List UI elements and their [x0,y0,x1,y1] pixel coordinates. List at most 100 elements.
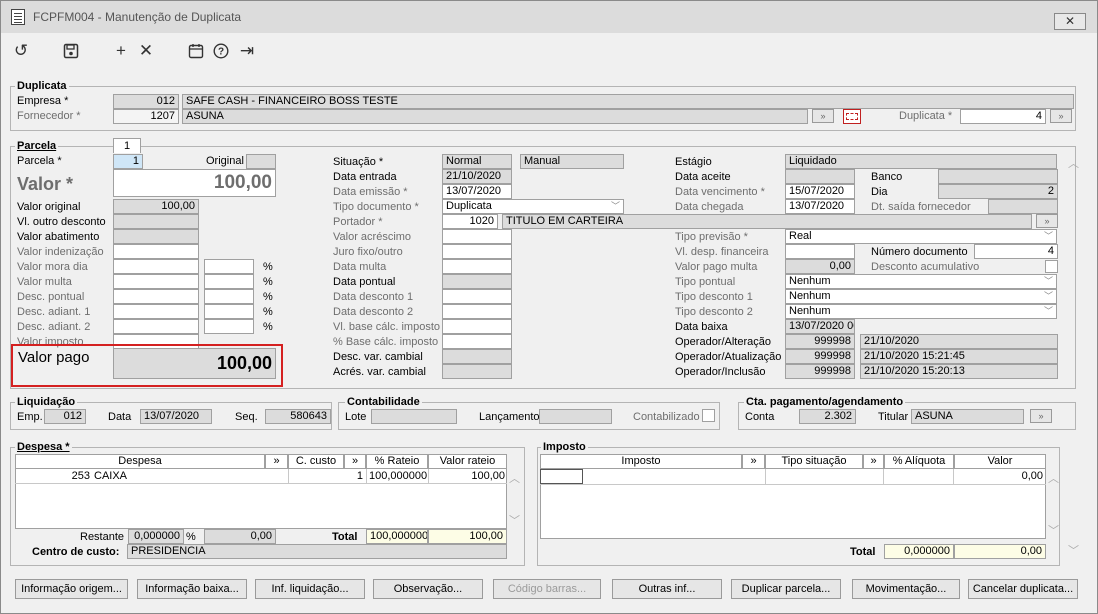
table-row[interactable]: 0,00 [540,469,1046,485]
titular-lookup-button[interactable]: » [1030,409,1052,423]
mid-row-field[interactable] [442,289,512,304]
left-row-field[interactable]: 100,00 [113,199,199,214]
imposto-col-nav[interactable]: » [742,454,765,469]
left-row-field[interactable] [113,304,199,319]
mid-row-field[interactable] [442,259,512,274]
left-row-field[interactable] [113,214,199,229]
left-row-pct-field[interactable] [204,304,254,319]
observacao-button[interactable]: Observação... [373,579,483,599]
scroll-down-icon[interactable]: ﹀ [1068,542,1079,558]
despesa-scroll-down-icon[interactable]: ﹀ [509,512,520,528]
right-row-field[interactable]: Nenhum ﹀ [785,304,1057,319]
cancelar-duplicata-button[interactable]: Cancelar duplicata... [968,579,1078,599]
right-row-field[interactable]: Nenhum ﹀ [785,274,1057,289]
right-row-field[interactable] [785,244,855,259]
imposto-cell-selected[interactable] [540,469,583,484]
left-row-field[interactable] [113,259,199,274]
mid-row-field[interactable]: 21/10/2020 [442,169,512,184]
fornecedor-code-field[interactable]: 1207 [113,109,179,124]
mid-row-field[interactable]: Duplicata ﹀ [442,199,624,214]
right-row-field[interactable]: 13/07/2020 00 [785,319,855,334]
movimentacao-button[interactable]: Movimentação... [852,579,960,599]
lote-field [371,409,457,424]
right-row-field[interactable]: 999998 [785,364,855,379]
parcela-tab[interactable]: 1 [113,138,141,153]
add-icon[interactable]: + [111,41,131,61]
close-button[interactable]: ✕ [1054,13,1086,30]
centro-custo-label: Centro de custo: [32,546,120,558]
left-row-pct-field[interactable] [204,319,254,334]
tipo-situacao-col-header[interactable]: Tipo situação [765,454,863,469]
mid-row-field[interactable]: Normal [442,154,512,169]
right-row-field2[interactable]: 4 [974,244,1058,259]
tipo-situacao-col-nav[interactable]: » [863,454,884,469]
right-row-field[interactable]: Liquidado [785,154,1057,169]
calendar-icon[interactable] [186,41,206,61]
valor-rateio-col-header[interactable]: Valor rateio [428,454,507,469]
right-row-field[interactable]: 15/07/2020 [785,184,855,199]
valor-field[interactable]: 100,00 [113,169,276,197]
left-row-field[interactable] [113,244,199,259]
aliquota-col-header[interactable]: % Alíquota [884,454,954,469]
left-row-field[interactable] [113,319,199,334]
mid-row-field[interactable]: 1020 [442,214,498,229]
mid-row-field[interactable] [442,364,512,379]
ccusto-col-header[interactable]: C. custo [288,454,344,469]
mid-row-field[interactable] [442,244,512,259]
mid-row-field[interactable] [442,229,512,244]
contabilizado-checkbox[interactable] [702,409,715,422]
mid-row-field[interactable] [442,334,512,349]
right-row-field[interactable]: Real ﹀ [785,229,1057,244]
rateio-col-header[interactable]: % Rateio [366,454,428,469]
mid-row-field[interactable] [442,274,512,289]
informacao-baixa-button[interactable]: Informação baixa... [137,579,247,599]
refresh-icon[interactable]: ↺ [11,41,31,61]
mid-row-label: Vl. base cálc. imposto [333,321,440,333]
delete-icon[interactable]: ✕ [136,41,156,61]
right-row-field[interactable]: Nenhum ﹀ [785,289,1057,304]
right-row-field[interactable]: 999998 [785,349,855,364]
left-row-pct-field[interactable] [204,274,254,289]
save-icon[interactable] [61,41,81,61]
mid-row-field[interactable] [442,304,512,319]
informacao-origem-button[interactable]: Informação origem... [15,579,128,599]
left-row-pct-field[interactable] [204,259,254,274]
mid-row-field[interactable]: 13/07/2020 [442,184,512,199]
right-row-field[interactable]: 999998 [785,334,855,349]
card-icon[interactable] [843,109,861,124]
right-row-field[interactable] [785,169,855,184]
inf-liquidacao-button[interactable]: Inf. liquidação... [255,579,365,599]
duplicata-number-field[interactable]: 4 [960,109,1046,124]
ccusto-col-nav[interactable]: » [344,454,366,469]
exit-icon[interactable]: ⇥ [237,41,257,61]
imposto-scroll-up-icon[interactable]: ︿ [1048,470,1059,486]
table-row[interactable]: 253 CAIXA 1 100,000000 100,00 [15,469,507,484]
left-row-pct-field[interactable] [204,289,254,304]
duplicar-parcela-button[interactable]: Duplicar parcela... [731,579,841,599]
imposto-valor-col-header[interactable]: Valor [954,454,1046,469]
right-row-field[interactable]: 0,00 [785,259,855,274]
left-row-label: Desc. adiant. 2 [17,321,91,333]
left-row-field[interactable] [113,229,199,244]
codigo-barras-button[interactable]: Código barras... [493,579,601,599]
imposto-scroll-down-icon[interactable]: ﹀ [1048,522,1059,538]
fornecedor-lookup-button[interactable]: » [812,109,834,123]
scroll-up-icon[interactable]: ︿ [1068,155,1079,171]
despesa-col-header[interactable]: Despesa [15,454,265,469]
left-row-field[interactable] [113,289,199,304]
outras-inf-button[interactable]: Outras inf... [612,579,722,599]
right-row-field2 [988,199,1058,214]
despesa-scroll-up-icon[interactable]: ︿ [509,470,520,486]
mid-row-field[interactable] [442,349,512,364]
left-row-field[interactable] [113,274,199,289]
portador-lookup-button[interactable]: » [1036,214,1058,228]
empresa-code-field[interactable]: 012 [113,94,179,109]
help-icon[interactable]: ? [211,41,231,61]
despesa-col-nav[interactable]: » [265,454,288,469]
desconto-acumulativo-checkbox[interactable] [1045,260,1058,273]
mid-row-field[interactable] [442,319,512,334]
duplicata-lookup-button[interactable]: » [1050,109,1072,123]
parcela-field[interactable]: 1 [113,154,143,169]
right-row-field[interactable]: 13/07/2020 [785,199,855,214]
imposto-col-header[interactable]: Imposto [540,454,742,469]
